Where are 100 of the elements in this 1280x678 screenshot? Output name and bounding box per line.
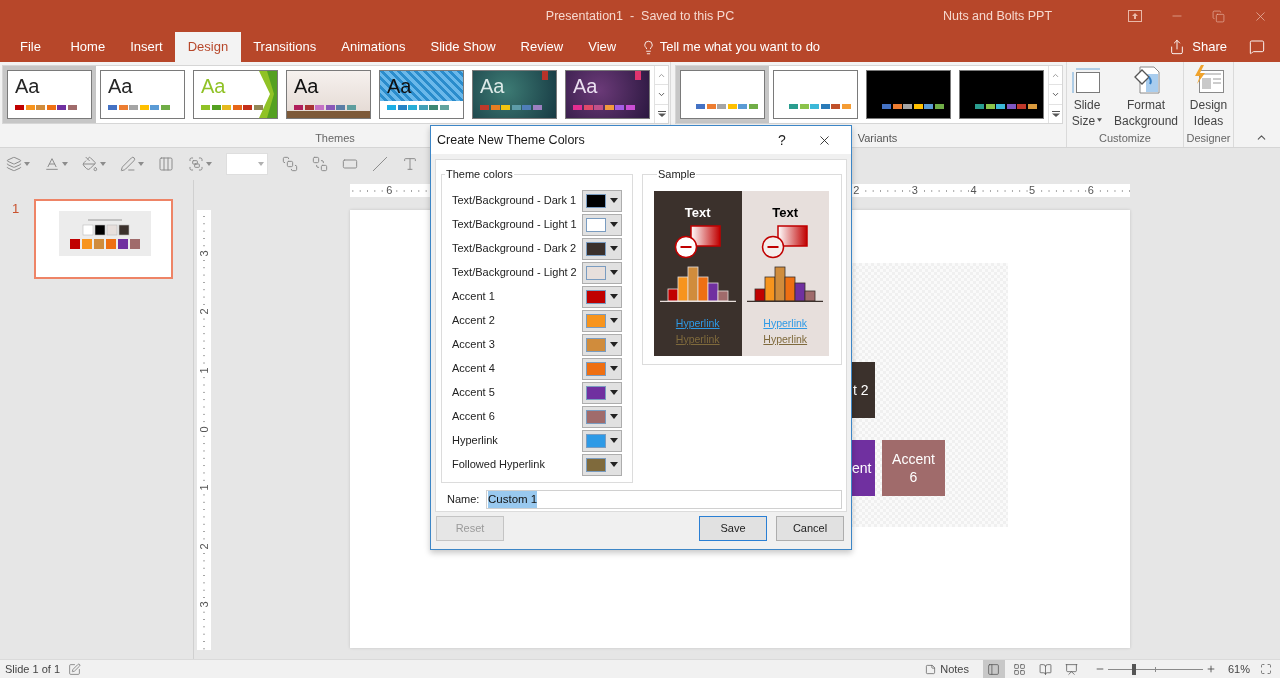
caret-icon [610,390,618,395]
ruler-number: 2 [852,184,861,197]
color-label: Text/Background - Light 1 [452,217,577,233]
slide-counter: Slide 1 of 1 [5,661,61,677]
overlapping-squares-icon[interactable] [282,156,298,172]
ruler-number: 5 [1028,184,1037,197]
scroll-down-icon[interactable] [657,90,666,99]
color-label: Accent 3 [452,337,495,353]
group-label: Variants [857,131,898,147]
color-dropdown[interactable] [582,405,622,428]
view-button[interactable] [982,660,1005,678]
color-dropdown[interactable] [582,285,622,308]
color-tile: ent [852,440,875,496]
share-button[interactable]: Share [1169,32,1227,62]
color-dropdown[interactable] [582,309,622,332]
caret-icon[interactable] [138,162,144,166]
variant-thumbnail[interactable] [676,66,769,123]
font-color-icon[interactable] [44,156,60,172]
diagonal-squares-icon[interactable] [312,156,328,172]
more-icon[interactable] [657,110,666,117]
ruler-number: 3 [910,184,919,197]
ribbon-tab[interactable]: Slide Show [418,32,509,62]
corner-square-icon [542,71,548,80]
group-label: Theme colors [445,167,514,182]
format-background-button[interactable]: Format Background [1108,65,1184,129]
dialog-button[interactable]: Cancel [776,516,844,541]
caret-icon[interactable] [62,162,68,166]
ribbon-tab[interactable]: Animations [328,32,419,62]
ruler-number: 6 [1086,184,1095,197]
zoom-in-icon[interactable] [1205,664,1216,674]
color-dropdown[interactable] [582,333,622,356]
theme-thumbnail[interactable]: Aa [3,66,96,123]
lightning-page-icon [1192,65,1225,95]
scroll-down-icon[interactable] [1051,90,1060,99]
caret-icon [610,270,618,275]
color-dropdown[interactable] [582,453,622,476]
sample-followed-hyperlink: Hyperlink [675,332,720,346]
shapes-illustration [761,223,810,260]
ribbon-display-icon[interactable] [1128,10,1142,22]
text-icon[interactable] [402,156,418,172]
color-dropdown[interactable] [582,261,622,284]
zoom-slider-thumb[interactable] [1131,663,1136,675]
caret-icon[interactable] [206,162,212,166]
color-dropdown[interactable] [582,189,622,212]
paint-bucket-icon[interactable] [82,156,98,172]
pen-icon[interactable] [120,156,136,172]
fit-to-window-icon[interactable] [1260,663,1272,675]
ribbon-tab[interactable]: Transitions [240,32,329,62]
line-icon[interactable] [372,156,388,172]
size-field[interactable] [226,153,268,175]
color-label: Accent 5 [452,385,495,401]
zoom-percentage[interactable]: 61% [1227,660,1250,678]
ruler-number: 2 [198,543,210,550]
caret-icon[interactable] [24,162,30,166]
restore-icon[interactable] [1212,9,1225,23]
color-label: Accent 4 [452,361,495,377]
slide-size-button[interactable]: Slide Size [1066,65,1108,129]
comment-icon[interactable] [1249,39,1265,55]
sample-hyperlink: Hyperlink [763,316,808,330]
ribbon-tab[interactable]: Design [175,32,241,62]
ribbon-tab[interactable]: File [3,32,58,62]
ruler-number: 3 [198,601,210,608]
caret-icon [610,222,618,227]
ribbon-tab[interactable]: Review [508,32,576,62]
layers-icon[interactable] [6,156,22,172]
group-icon[interactable] [188,156,204,172]
help-button[interactable]: ? [771,129,793,151]
notes-button[interactable]: Notes [925,660,969,678]
caret-icon[interactable] [100,162,106,166]
ruler-number: 0 [198,426,210,433]
window-title: Presentation1 - Saved to this PC [545,7,735,25]
share-icon [1169,39,1186,55]
caret-icon [610,438,618,443]
caret-icon [1097,118,1103,123]
corner-square-icon [635,71,641,80]
grid-icon [1013,662,1027,676]
ruler-number: 1 [198,367,210,374]
more-icon[interactable] [1051,110,1060,117]
caret-icon[interactable] [258,162,264,166]
color-label: Accent 1 [452,289,495,305]
columns-icon[interactable] [158,156,174,172]
ribbon-tab[interactable]: View [575,32,629,62]
color-dropdown[interactable] [582,381,622,404]
ribbon-tab[interactable]: Insert [117,32,176,62]
color-dropdown[interactable] [582,213,622,236]
ribbon-tab[interactable]: Home [57,32,118,62]
design-ideas-button[interactable]: Design Ideas [1186,65,1231,129]
tell-me-field[interactable]: Tell me what you want to do [640,32,821,62]
name-field[interactable]: Custom 1 [486,490,842,509]
color-dropdown[interactable] [582,429,622,452]
slide-size-icon [1072,67,1102,95]
ruler-number: 6 [385,184,394,197]
color-label: Followed Hyperlink [452,457,545,473]
dialog-button[interactable]: Save [699,516,767,541]
color-label: Accent 6 [452,409,495,425]
rectangle-icon[interactable] [342,156,358,172]
color-dropdown[interactable] [582,237,622,260]
document-edit-icon[interactable] [68,662,82,676]
zoom-slider[interactable] [1107,663,1203,675]
color-dropdown[interactable] [582,357,622,380]
